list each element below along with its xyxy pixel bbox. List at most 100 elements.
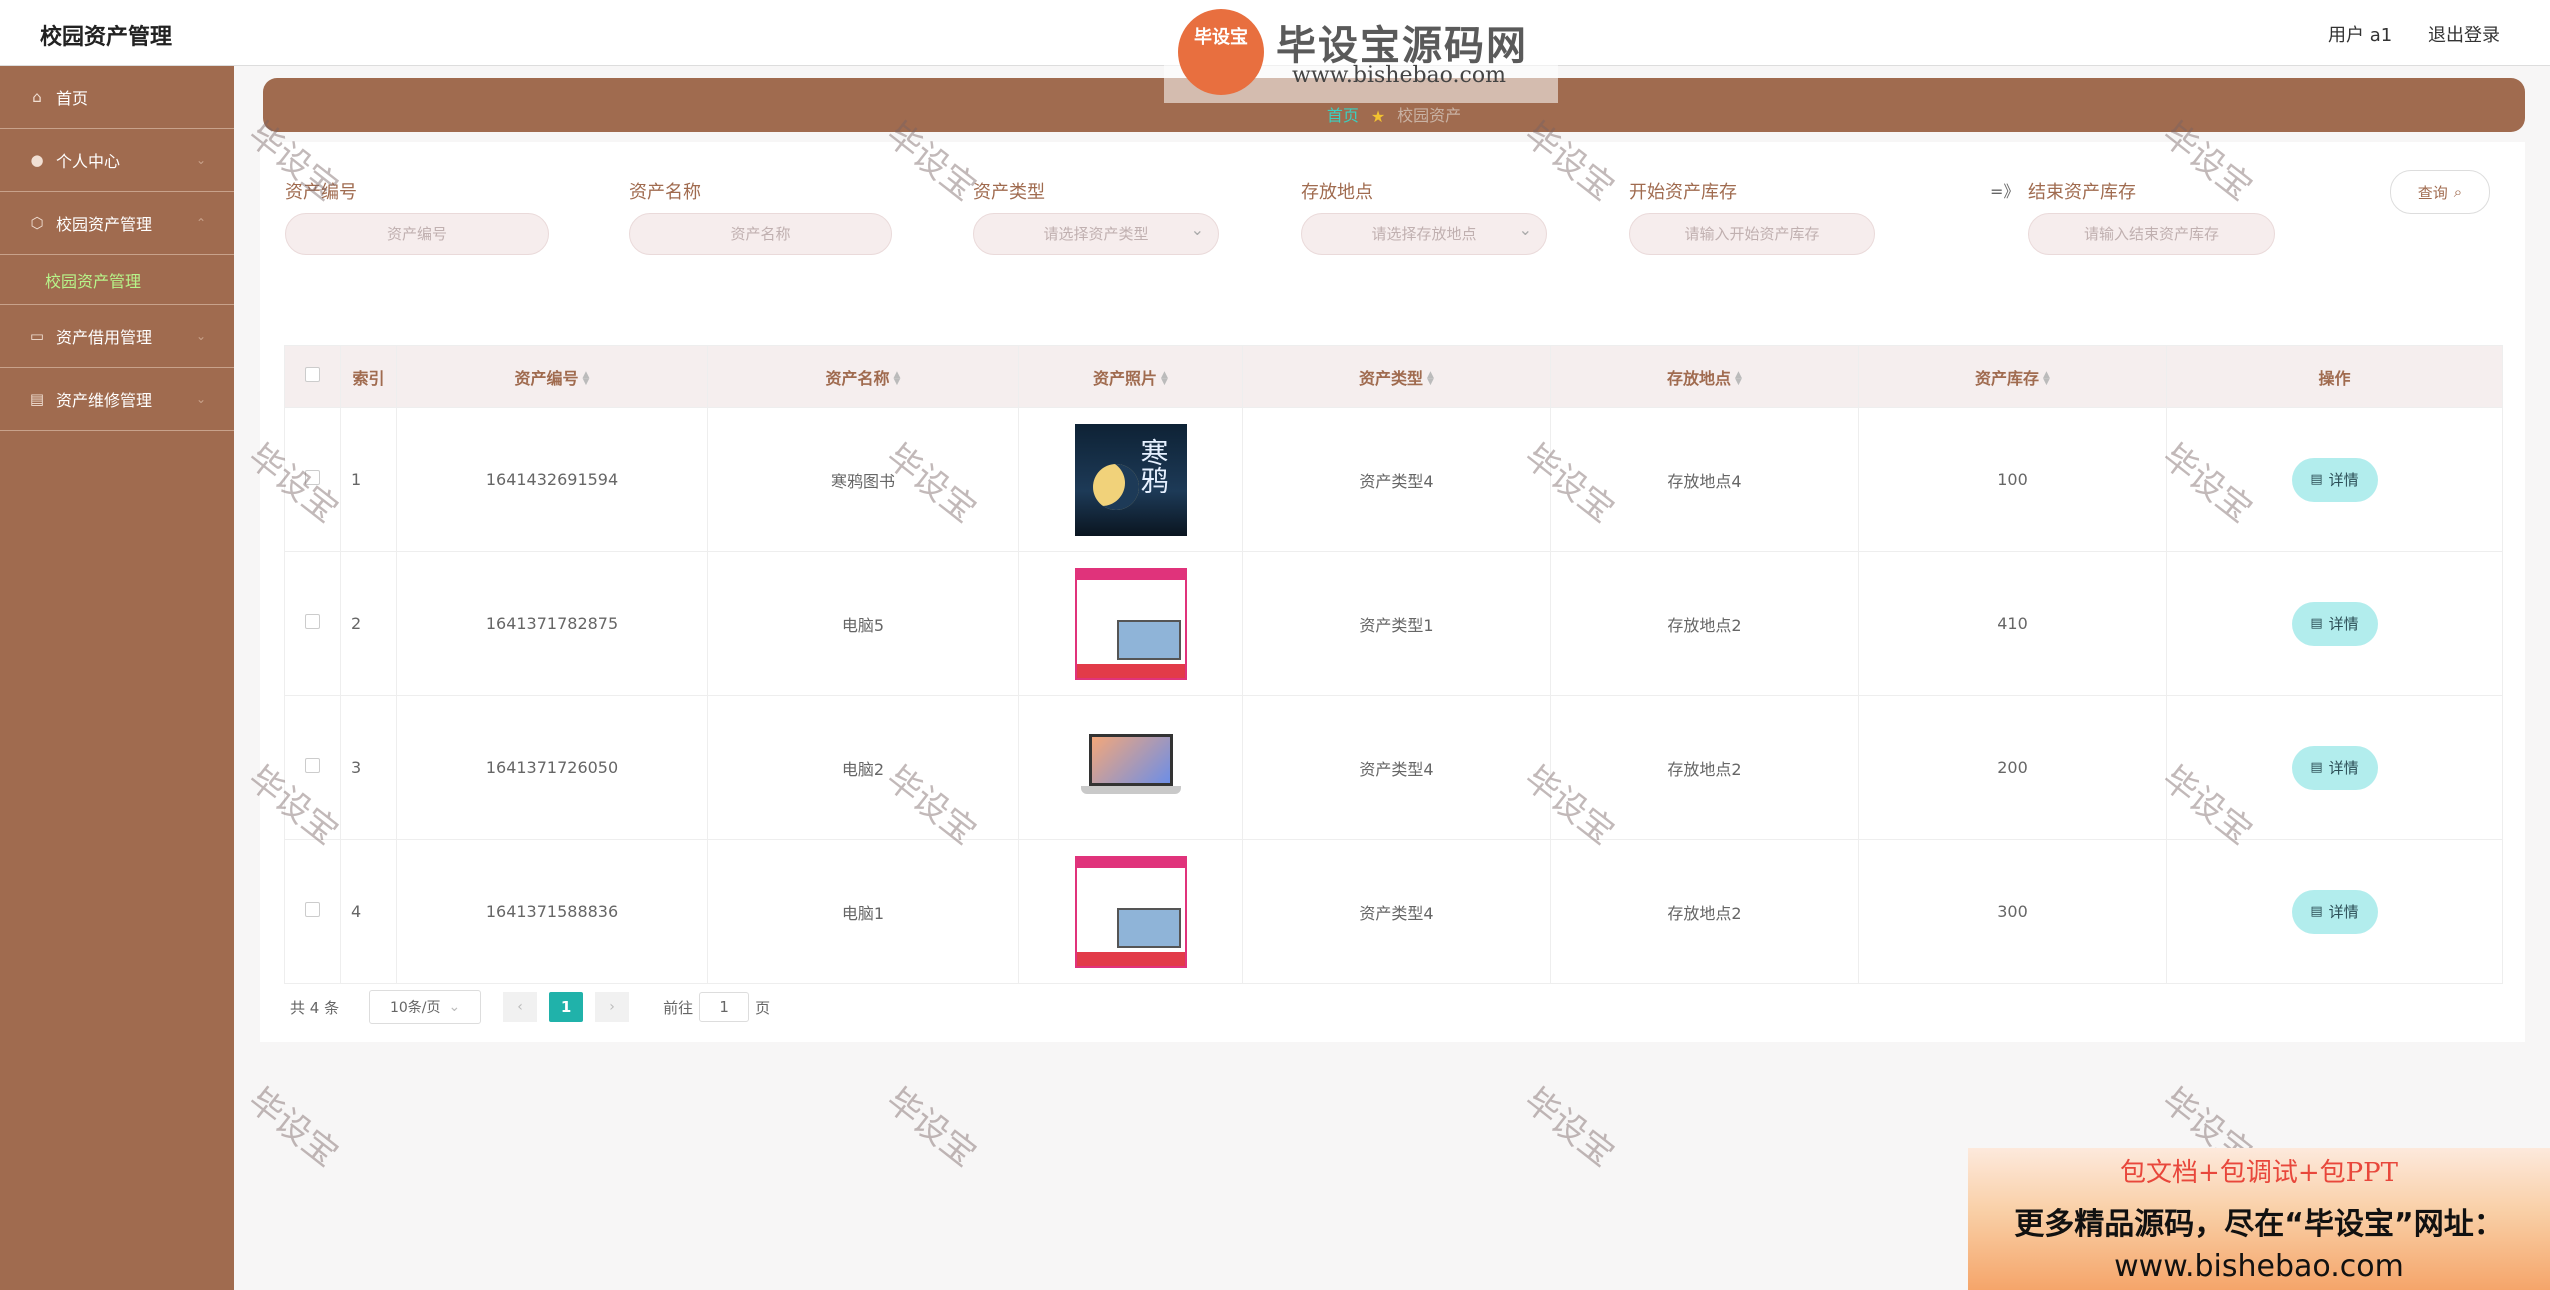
stock-end-input[interactable]: 请输入结束资产库存 bbox=[2028, 213, 2275, 255]
col-stock[interactable]: 资产库存 ▲ ▼ bbox=[1858, 345, 2167, 408]
asset-name-input[interactable]: 资产名称 bbox=[629, 213, 892, 255]
goto-prefix: 前往 bbox=[663, 998, 694, 1017]
row-place: 存放地点2 bbox=[1550, 551, 1859, 696]
row-checkbox[interactable] bbox=[305, 758, 320, 773]
document-icon: ▤ bbox=[2310, 472, 2323, 487]
promo-line-2: 更多精品源码，尽在“毕设宝”网址： bbox=[2014, 1207, 2504, 1242]
row-code: 1641371782875 bbox=[396, 551, 708, 696]
stock-start-input[interactable]: 请输入开始资产库存 bbox=[1629, 213, 1875, 255]
row-type: 资产类型1 bbox=[1242, 551, 1551, 696]
table-row: 3 1641371726050 电脑2 资产类型4 存放地点2 200 ▤ 详情 bbox=[284, 695, 2503, 840]
table-row: 2 1641371782875 电脑5 资产类型1 存放地点2 410 ▤ 详情 bbox=[284, 551, 2503, 696]
chevron-down-icon: ⌄ bbox=[195, 329, 206, 343]
row-place: 存放地点2 bbox=[1550, 839, 1859, 984]
star-icon: ★ bbox=[1370, 107, 1386, 126]
user-label: 用户 a1 bbox=[2328, 25, 2393, 46]
row-code: 1641432691594 bbox=[396, 407, 708, 552]
sidebar-subitem-assets[interactable]: 校园资产管理 bbox=[0, 255, 234, 305]
query-button[interactable]: 查询 ⌕ bbox=[2390, 170, 2490, 214]
row-code: 1641371588836 bbox=[396, 839, 708, 984]
sidebar-item-repair[interactable]: ▤ 资产维修管理 ⌄ bbox=[0, 368, 234, 431]
row-type: 资产类型4 bbox=[1242, 407, 1551, 552]
row-index: 4 bbox=[340, 839, 397, 984]
select-all-cell bbox=[284, 345, 341, 408]
asset-photo[interactable] bbox=[1074, 711, 1187, 824]
label-stock-end: 结束资产库存 bbox=[2028, 182, 2136, 203]
storage-place-select[interactable]: 请选择存放地点 bbox=[1301, 210, 1547, 255]
sidebar-item-assets[interactable]: ⬡ 校园资产管理 ⌃ bbox=[0, 192, 234, 255]
chevron-down-icon: ⌄ bbox=[448, 999, 461, 1015]
table-header: 索引 资产编号 ▲ ▼ 资产名称 ▲ ▼ 资产照片 ▲ ▼ 资产类型 ▲ ▼ 存放地点 ▲ ▼ 资产… bbox=[284, 345, 2503, 408]
row-stock: 100 bbox=[1858, 407, 2167, 552]
chevron-up-icon: ⌃ bbox=[195, 216, 206, 230]
breadcrumb-current: 校园资产 bbox=[1397, 106, 1462, 125]
row-checkbox[interactable] bbox=[305, 614, 320, 629]
asset-icon: ⬡ bbox=[30, 214, 44, 232]
select-all-checkbox[interactable] bbox=[305, 367, 320, 382]
document-icon: ▤ bbox=[2310, 904, 2323, 919]
detail-button[interactable]: ▤ 详情 bbox=[2291, 457, 2378, 502]
promo-banner: 包文档+包调试+包PPT 更多精品源码，尽在“毕设宝”网址： www.bishe… bbox=[1968, 1148, 2550, 1290]
col-place[interactable]: 存放地点 ▲ ▼ bbox=[1550, 345, 1859, 408]
asset-photo[interactable] bbox=[1074, 855, 1187, 968]
range-arrow: =》 bbox=[1990, 182, 2020, 201]
watermark-logo: 毕设宝 毕设宝源码网 www.bishebao.com bbox=[1164, 3, 1558, 103]
label-asset-type: 资产类型 bbox=[973, 182, 1045, 203]
row-name: 电脑5 bbox=[707, 551, 1019, 696]
sidebar-item-profile[interactable]: ● 个人中心 ⌄ bbox=[0, 129, 234, 192]
sort-icon: ▲ ▼ bbox=[582, 370, 590, 387]
next-page-button[interactable]: › bbox=[595, 992, 630, 1022]
logout-link[interactable]: 退出登录 bbox=[2428, 25, 2500, 46]
document-icon: ▤ bbox=[2310, 616, 2323, 631]
sort-icon: ▲ ▼ bbox=[893, 370, 901, 387]
table-row: 4 1641371588836 电脑1 资产类型4 存放地点2 300 ▤ 详情 bbox=[284, 839, 2503, 984]
asset-code-input[interactable]: 资产编号 bbox=[285, 213, 549, 255]
sort-icon: ▲ ▼ bbox=[2043, 370, 2050, 387]
asset-photo[interactable] bbox=[1074, 567, 1187, 680]
row-index: 2 bbox=[340, 551, 397, 696]
prev-page-button[interactable]: ‹ bbox=[503, 992, 538, 1022]
chevron-down-icon: ⌄ bbox=[195, 392, 206, 406]
asset-photo[interactable]: 寒鸦 bbox=[1074, 423, 1187, 536]
col-type[interactable]: 资产类型 ▲ ▼ bbox=[1242, 345, 1551, 408]
sort-icon: ▲ ▼ bbox=[1427, 370, 1434, 387]
row-name: 电脑1 bbox=[707, 839, 1019, 984]
row-type: 资产类型4 bbox=[1242, 839, 1551, 984]
user-icon: ● bbox=[30, 151, 44, 169]
asset-table: 索引 资产编号 ▲ ▼ 资产名称 ▲ ▼ 资产照片 ▲ ▼ 资产类型 ▲ ▼ 存放地点 ▲ ▼ 资产… bbox=[284, 345, 2503, 984]
app-title: 校园资产管理 bbox=[40, 25, 173, 50]
total-count: 共 4 条 bbox=[290, 998, 340, 1017]
home-icon: ⌂ bbox=[32, 88, 42, 106]
sidebar-item-label: 校园资产管理 bbox=[56, 215, 153, 234]
watermark-text: 毕设宝 bbox=[1516, 1080, 1622, 1175]
chevron-down-icon: ⌄ bbox=[195, 153, 206, 167]
label-asset-name: 资产名称 bbox=[629, 182, 701, 203]
sidebar-item-home[interactable]: ⌂ 首页 bbox=[0, 66, 234, 129]
row-stock: 300 bbox=[1858, 839, 2167, 984]
detail-button[interactable]: ▤ 详情 bbox=[2291, 601, 2378, 646]
col-index: 索引 bbox=[340, 345, 397, 408]
goto-input[interactable]: 1 bbox=[699, 992, 750, 1022]
chat-icon: ▭ bbox=[29, 327, 45, 345]
sidebar-item-label: 资产维修管理 bbox=[56, 391, 153, 410]
breadcrumb-home[interactable]: 首页 bbox=[1327, 102, 1359, 126]
asset-type-select[interactable]: 请选择资产类型 bbox=[973, 210, 1219, 255]
logo-url: www.bishebao.com bbox=[1292, 63, 1506, 88]
watermark-text: 毕设宝 bbox=[240, 1080, 346, 1175]
row-stock: 200 bbox=[1858, 695, 2167, 840]
row-checkbox[interactable] bbox=[305, 902, 320, 917]
sidebar: ⌂ 首页 ● 个人中心 ⌄ ⬡ 校园资产管理 ⌃ 校园资产管理 ▭ 资产借用管理… bbox=[0, 66, 234, 1290]
col-name[interactable]: 资产名称 ▲ ▼ bbox=[707, 345, 1019, 408]
page-size-select[interactable]: 10条/页 ⌄ bbox=[369, 990, 482, 1024]
detail-button[interactable]: ▤ 详情 bbox=[2291, 889, 2378, 934]
document-icon: ▤ bbox=[2310, 760, 2323, 775]
goto-suffix: 页 bbox=[755, 998, 771, 1017]
col-photo[interactable]: 资产照片 ▲ ▼ bbox=[1018, 345, 1243, 408]
watermark-text: 毕设宝 bbox=[878, 1080, 984, 1175]
sort-icon: ▲ ▼ bbox=[1735, 370, 1742, 387]
label-stock-start: 开始资产库存 bbox=[1629, 182, 1737, 203]
sidebar-item-borrow[interactable]: ▭ 资产借用管理 ⌄ bbox=[0, 305, 234, 368]
detail-button[interactable]: ▤ 详情 bbox=[2291, 745, 2378, 790]
page-number[interactable]: 1 bbox=[549, 992, 584, 1022]
col-code[interactable]: 资产编号 ▲ ▼ bbox=[396, 345, 708, 408]
